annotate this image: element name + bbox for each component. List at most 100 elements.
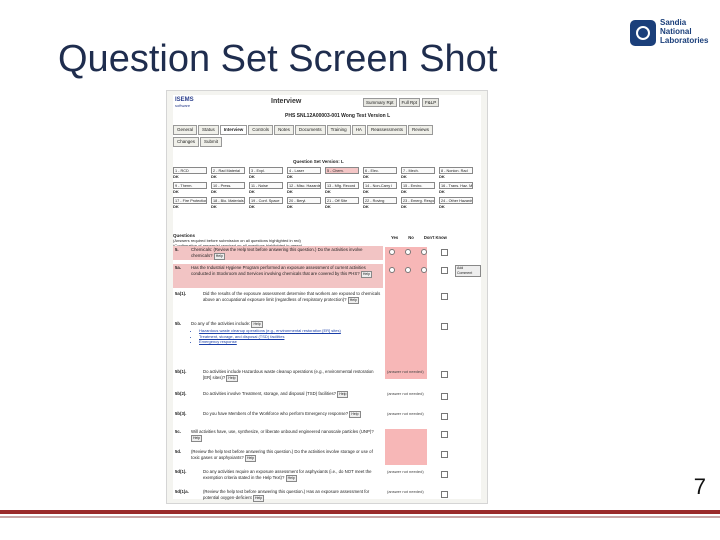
hazard-status: DK [211, 174, 217, 179]
hazard-button[interactable]: 9 - Therm. [173, 182, 207, 189]
hazard-status: DK [211, 189, 217, 194]
tab-bar-secondary: Changes Submit [173, 137, 223, 147]
tab-documents[interactable]: Documents [294, 125, 326, 135]
hazard-status: DK [173, 174, 179, 179]
hazard-cell: 19 - Conf. Space DK [249, 197, 287, 211]
radio-no[interactable] [405, 267, 411, 273]
tab-reassessments[interactable]: Reassessments [366, 125, 407, 135]
hazard-button[interactable]: 24 - Other Hazards [439, 197, 473, 204]
hazard-button[interactable]: 16 - Trans. Haz. Matter [439, 182, 473, 189]
hazard-button[interactable]: 23 - Emerg. Response [401, 197, 435, 204]
hazard-cell: 23 - Emerg. ResponseDK [401, 197, 439, 211]
hazard-status: DK [401, 189, 407, 194]
top-buttons: Summary Rpt Full Rpt F&LP [363, 98, 440, 107]
question-number: 5a(1). [175, 291, 187, 296]
hazard-cell: 7 - Mech. DK [401, 167, 439, 181]
confirm-checkbox[interactable] [441, 371, 448, 378]
help-button[interactable]: Help [349, 411, 361, 418]
hazard-button[interactable]: 22 - Roving [363, 197, 397, 204]
hazard-button[interactable]: 5 - Chem. [325, 167, 359, 174]
hazard-cell: 20 - Beryl. DK [287, 197, 325, 211]
hazard-button[interactable]: 21 - Off Site [325, 197, 359, 204]
tab-reviews[interactable]: Reviews [407, 125, 433, 135]
hazard-status: DK [363, 174, 369, 179]
tab-changes[interactable]: Changes [173, 137, 200, 147]
tab-notes[interactable]: Notes [274, 125, 294, 135]
flp-button[interactable]: F&LP [422, 98, 440, 107]
tab-ha[interactable]: HA [351, 125, 366, 135]
bullet-link[interactable]: Emergency response [199, 339, 381, 345]
question-text: Do you have Members of the Workforce who… [203, 411, 361, 418]
help-button[interactable]: Help [285, 475, 297, 482]
confirm-checkbox[interactable] [441, 451, 448, 458]
radio-yes[interactable] [389, 249, 395, 255]
hazard-button[interactable]: 8 - Nonion. Rad [439, 167, 473, 174]
hazard-status: DK [401, 174, 407, 179]
confirm-checkbox[interactable] [441, 249, 448, 256]
help-button[interactable]: Help [337, 391, 349, 398]
radio-yes[interactable] [389, 267, 395, 273]
hazard-cell: 12 - Misc. Hazards DK [287, 182, 325, 196]
hazard-button[interactable]: 1 - RCD [173, 167, 207, 174]
slide-title: Question Set Screen Shot [58, 38, 498, 80]
hazard-button[interactable]: 12 - Misc. Hazards [287, 182, 321, 189]
help-button[interactable]: Help [251, 321, 263, 328]
hazard-status: DK [249, 174, 255, 179]
radio-no[interactable] [405, 249, 411, 255]
hazard-button[interactable]: 7 - Mech. [401, 167, 435, 174]
hazard-button[interactable]: 10 - Press. [211, 182, 245, 189]
thunderbird-logo-icon [630, 20, 656, 46]
answer-radios [389, 249, 427, 255]
window-title: Interview [271, 98, 302, 105]
hazard-button[interactable]: 3 - Expl. [249, 167, 283, 174]
hazard-status: DK [439, 189, 445, 194]
answer-not-needed: (answer not needed) [387, 369, 424, 374]
question-set-label: Question Set Version: L [293, 159, 344, 164]
confirm-checkbox[interactable] [441, 323, 448, 330]
help-button[interactable]: Help [191, 435, 203, 442]
help-button[interactable]: Help [213, 253, 225, 260]
question-text: Do any of the activities include: HelpHa… [191, 321, 381, 345]
hazard-status: DK [249, 204, 255, 209]
hazard-status: DK [401, 204, 407, 209]
hazard-cell: 9 - Therm. DK [173, 182, 211, 196]
tab-controls[interactable]: Controls [248, 125, 274, 135]
help-button[interactable]: Help [347, 297, 359, 304]
question-number: 5b(1). [175, 369, 187, 374]
radio-dk[interactable] [421, 249, 427, 255]
answer-not-needed: (answer not needed) [387, 411, 424, 416]
confirm-checkbox[interactable] [441, 293, 448, 300]
radio-dk[interactable] [421, 267, 427, 273]
answer-radios [389, 267, 427, 273]
add-comment-button[interactable]: Add Comment [455, 265, 481, 277]
hazard-button[interactable]: 11 - Noise [249, 182, 283, 189]
confirm-checkbox[interactable] [441, 471, 448, 478]
hazard-button[interactable]: 20 - Beryl. [287, 197, 321, 204]
confirm-checkbox[interactable] [441, 267, 448, 274]
help-button[interactable]: Help [252, 495, 265, 502]
tab-submit[interactable]: Submit [200, 137, 223, 147]
hazard-button[interactable]: 13 - Mfg. Record [325, 182, 359, 189]
hazard-button[interactable]: 17 - Fire Protection [173, 197, 207, 204]
tab-general[interactable]: General [173, 125, 198, 135]
confirm-checkbox[interactable] [441, 413, 448, 420]
hazard-button[interactable]: 2 - Rad Material [211, 167, 245, 174]
hazard-button[interactable]: 19 - Conf. Space [249, 197, 283, 204]
help-button[interactable]: Help [226, 375, 238, 382]
summary-report-button[interactable]: Summary Rpt [363, 98, 397, 107]
hazard-button[interactable]: 6 - Elec. [363, 167, 397, 174]
help-button[interactable]: Help [360, 271, 373, 278]
confirm-checkbox[interactable] [441, 491, 448, 498]
tab-interview[interactable]: Interview [219, 125, 248, 135]
question-text: Do activities include Hazardous waste cl… [203, 369, 374, 382]
tab-status[interactable]: Status [198, 125, 219, 135]
hazard-button[interactable]: 4 - Laser [287, 167, 321, 174]
tab-training[interactable]: Training [326, 125, 351, 135]
help-button[interactable]: Help [244, 455, 257, 462]
hazard-button[interactable]: 14 - Non-Carry I [363, 182, 397, 189]
hazard-button[interactable]: 15 - Enviro. [401, 182, 435, 189]
full-report-button[interactable]: Full Rpt [398, 98, 421, 107]
confirm-checkbox[interactable] [441, 393, 448, 400]
hazard-button[interactable]: 18 - Bio. Materials [211, 197, 245, 204]
confirm-checkbox[interactable] [441, 431, 448, 438]
